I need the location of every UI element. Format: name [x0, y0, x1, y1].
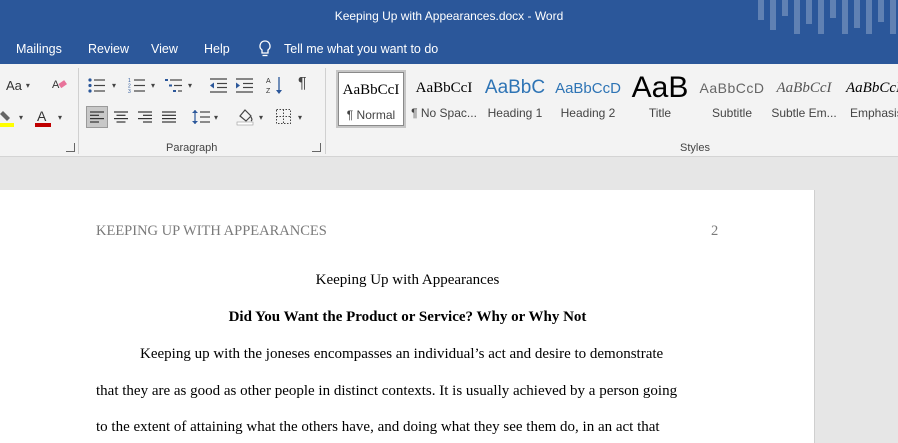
font-dialog-launcher[interactable]	[66, 143, 75, 152]
title-bar: Keeping Up with Appearances.docx - Word	[0, 0, 898, 34]
styles-group-label: Styles	[680, 142, 710, 154]
shading-icon[interactable]	[236, 108, 254, 126]
style-name: Heading 1	[487, 106, 543, 120]
justify-icon[interactable]	[162, 111, 176, 123]
style-name: Emphasis	[850, 106, 898, 120]
body-line: Keeping up with the joneses encompasses …	[140, 346, 664, 362]
align-left-button[interactable]	[86, 106, 108, 128]
style-heading-2[interactable]: AaBbCcD Heading 2	[553, 70, 623, 128]
numbering-dropdown-caret[interactable]: ▾	[151, 81, 155, 90]
style-sample: AaBbCcI	[776, 79, 832, 96]
document-workspace: KEEPING UP WITH APPEARANCES 2 Keeping Up…	[0, 158, 898, 443]
style-heading-1[interactable]: AaBbC Heading 1	[480, 70, 550, 128]
highlight-dropdown-caret[interactable]: ▾	[19, 113, 23, 122]
ribbon-tab-row: Mailings Review View Help Tell me what y…	[0, 34, 898, 64]
svg-text:A: A	[37, 108, 47, 124]
align-center-icon[interactable]	[114, 111, 128, 123]
sort-icon[interactable]: AZ	[266, 76, 284, 95]
body-line: to the extent of attaining what the othe…	[96, 419, 660, 435]
document-page[interactable]: KEEPING UP WITH APPEARANCES 2 Keeping Up…	[0, 190, 815, 443]
running-header: KEEPING UP WITH APPEARANCES	[96, 223, 327, 239]
align-left-icon	[90, 111, 104, 123]
svg-text:A: A	[266, 78, 271, 85]
style-name: Subtle Em...	[771, 106, 837, 120]
style-no-spacing[interactable]: AaBbCcI ¶ No Spac...	[409, 70, 479, 128]
increase-indent-icon[interactable]	[236, 78, 254, 93]
style-name: ¶ Normal	[346, 108, 396, 122]
style-name: Subtitle	[711, 106, 753, 120]
style-name: Heading 2	[560, 106, 616, 120]
bullets-dropdown-caret[interactable]: ▾	[112, 81, 116, 90]
font-color-icon[interactable]: A	[35, 108, 51, 128]
style-sample: AaBbCcI	[415, 79, 473, 96]
style-sample: AaBbCcD	[699, 80, 765, 96]
borders-icon[interactable]	[276, 109, 291, 124]
paragraph-group-label: Paragraph	[166, 142, 218, 154]
ribbon-separator	[78, 68, 79, 154]
numbering-icon[interactable]: 123	[128, 78, 146, 93]
multilevel-dropdown-caret[interactable]: ▾	[188, 81, 192, 90]
style-name: Title	[648, 106, 672, 120]
highlight-color-icon[interactable]	[0, 108, 16, 128]
paragraph-dialog-launcher[interactable]	[312, 143, 321, 152]
svg-text:A: A	[52, 79, 60, 91]
svg-text:Z: Z	[266, 88, 271, 95]
tab-mailings[interactable]: Mailings	[16, 42, 62, 56]
style-sample: AaBbCcI	[846, 79, 898, 96]
tab-review[interactable]: Review	[88, 42, 129, 56]
page-number: 2	[711, 223, 719, 239]
title-bar-pattern	[758, 0, 896, 34]
font-color-dropdown-caret[interactable]: ▾	[58, 113, 62, 122]
ribbon-separator	[325, 68, 326, 154]
borders-dropdown-caret[interactable]: ▾	[298, 113, 302, 122]
document-title: Keeping Up with Appearances	[315, 272, 500, 288]
show-formatting-marks-button[interactable]: ¶	[298, 75, 307, 93]
style-sample: AaBbC	[484, 77, 546, 98]
body-line: that they are as good as other people in…	[96, 383, 678, 399]
style-normal[interactable]: AaBbCcI ¶ Normal	[336, 70, 406, 128]
style-subtle-emphasis[interactable]: AaBbCcI Subtle Em...	[769, 70, 839, 128]
bullets-icon[interactable]	[88, 78, 106, 93]
multilevel-list-icon[interactable]	[165, 78, 183, 93]
style-subtitle[interactable]: AaBbCcD Subtitle	[697, 70, 767, 128]
tell-me-search[interactable]: Tell me what you want to do	[284, 42, 438, 56]
align-right-icon[interactable]	[138, 111, 152, 123]
lightbulb-icon[interactable]	[258, 40, 272, 58]
change-case-label: Aa	[6, 77, 22, 93]
tab-view[interactable]: View	[151, 42, 178, 56]
style-sample: AaB	[631, 71, 689, 104]
change-case-button[interactable]: Aa ▾	[6, 76, 30, 94]
style-emphasis[interactable]: AaBbCcI Emphasis	[842, 70, 898, 128]
style-title[interactable]: AaB Title	[625, 70, 695, 128]
style-sample: AaBbCcI	[342, 81, 400, 98]
decrease-indent-icon[interactable]	[210, 78, 228, 93]
line-spacing-dropdown-caret[interactable]: ▾	[214, 113, 218, 122]
style-sample: AaBbCcD	[555, 79, 621, 97]
document-heading: Did You Want the Product or Service? Why…	[228, 309, 587, 325]
svg-text:3: 3	[128, 89, 131, 93]
style-name: ¶ No Spac...	[411, 106, 477, 120]
shading-dropdown-caret[interactable]: ▾	[259, 113, 263, 122]
clear-formatting-icon[interactable]: A	[51, 76, 68, 93]
line-spacing-icon[interactable]	[192, 109, 210, 125]
ribbon: Aa ▾ A ▾ A ▾ ▾ 123 ▾ ▾ AZ ¶ ▾ ▾ ▾ Paragr…	[0, 64, 898, 157]
tab-help[interactable]: Help	[204, 42, 230, 56]
